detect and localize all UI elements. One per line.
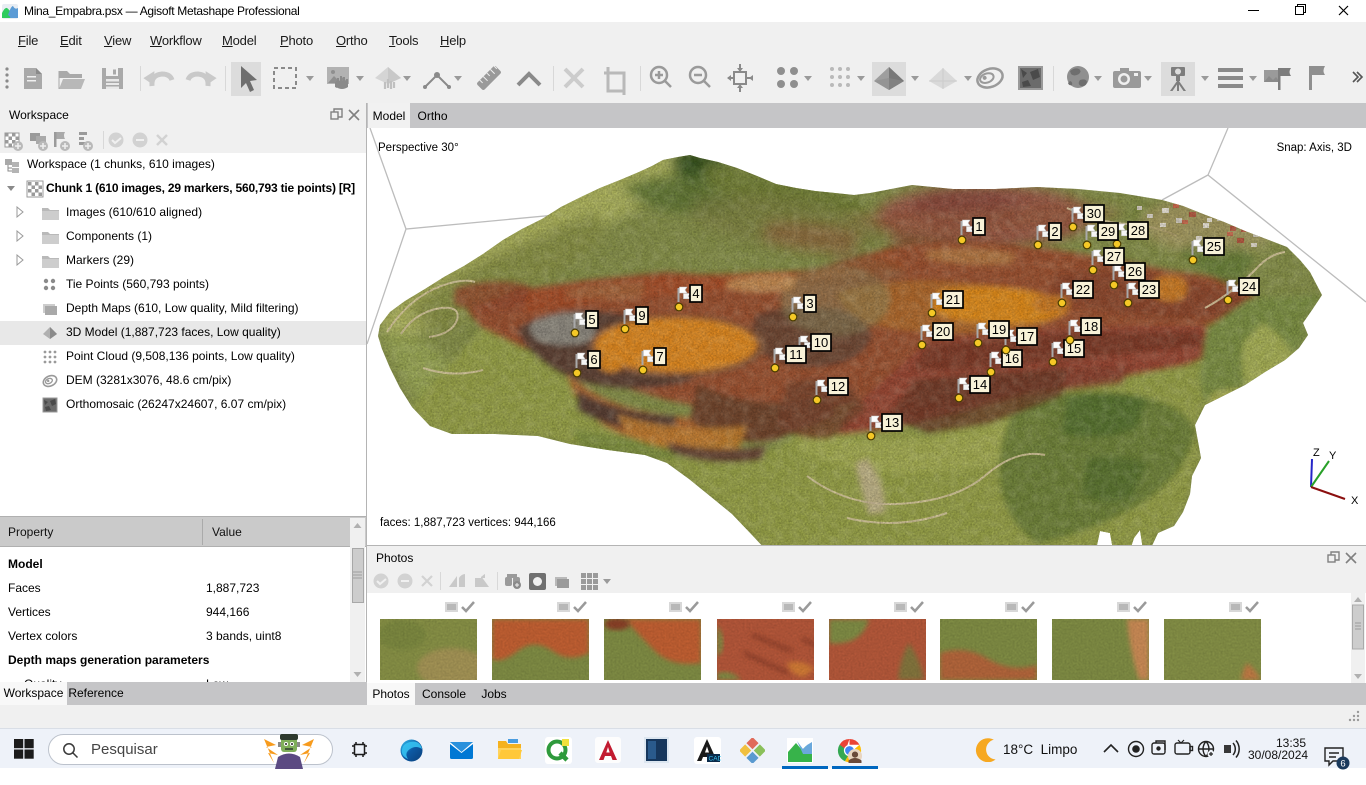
svg-text:5: 5 (588, 312, 595, 327)
svg-text:11: 11 (789, 347, 803, 362)
svg-text:23: 23 (1142, 282, 1156, 297)
svg-text:3: 3 (806, 296, 813, 311)
svg-text:29: 29 (1101, 224, 1115, 239)
svg-text:25: 25 (1207, 239, 1221, 254)
svg-text:2: 2 (1051, 224, 1058, 239)
svg-text:7: 7 (656, 349, 663, 364)
svg-text:22: 22 (1076, 282, 1090, 297)
svg-text:Z: Z (1313, 447, 1320, 459)
svg-text:6: 6 (590, 352, 597, 367)
svg-text:21: 21 (946, 292, 960, 307)
svg-text:Y: Y (1329, 450, 1337, 462)
svg-text:14: 14 (973, 377, 987, 392)
svg-text:X: X (1351, 495, 1359, 507)
svg-text:CAD: CAD (709, 756, 722, 763)
svg-text:28: 28 (1131, 223, 1145, 238)
svg-text:13: 13 (885, 415, 899, 430)
svg-text:18: 18 (1084, 319, 1098, 334)
svg-text:12: 12 (831, 379, 845, 394)
svg-text:10: 10 (814, 335, 828, 350)
svg-text:4: 4 (692, 286, 699, 301)
svg-text:30: 30 (1087, 206, 1101, 221)
svg-text:9: 9 (638, 308, 645, 323)
svg-text:26: 26 (1128, 264, 1142, 279)
svg-text:20: 20 (936, 324, 950, 339)
svg-text:17: 17 (1020, 329, 1034, 344)
svg-text:1: 1 (975, 219, 982, 234)
svg-text:24: 24 (1242, 279, 1256, 294)
svg-text:19: 19 (992, 322, 1006, 337)
svg-text:27: 27 (1107, 249, 1121, 264)
